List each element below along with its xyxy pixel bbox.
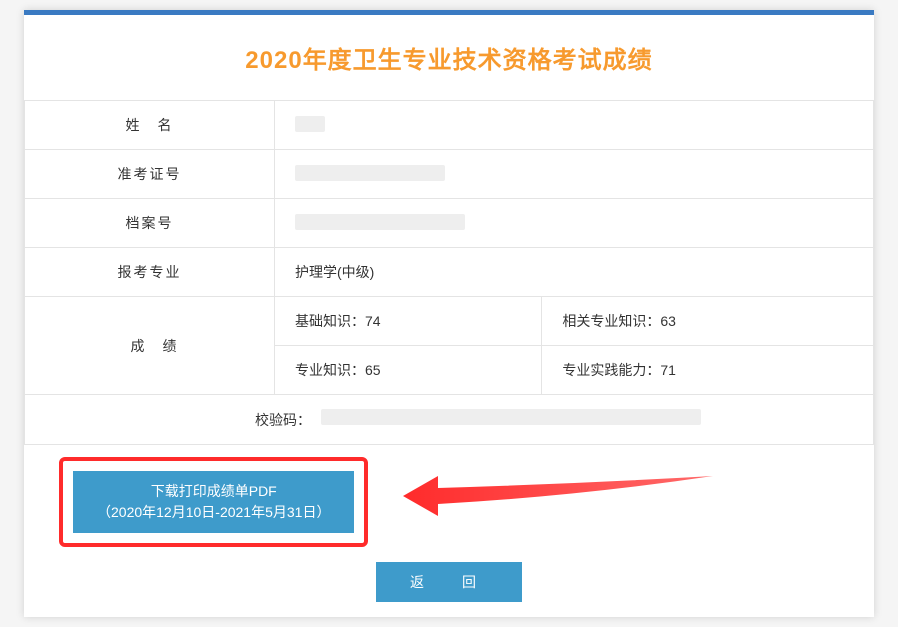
redacted-ticket — [295, 165, 445, 181]
return-area: 返 回 — [24, 562, 874, 602]
arrow-icon — [393, 466, 723, 531]
download-line2: （2020年12月10日-2021年5月31日） — [97, 502, 330, 523]
label-ticket: 准考证号 — [25, 150, 275, 199]
row-score-1: 成 绩 基础知识：74 相关专业知识：63 — [25, 297, 874, 346]
label-checksum: 校验码： — [255, 410, 311, 430]
value-ticket — [275, 150, 874, 199]
redacted-checksum — [321, 409, 701, 425]
value-major: 护理学(中级) — [275, 248, 874, 297]
row-file: 档案号 — [25, 199, 874, 248]
label-major: 报考专业 — [25, 248, 275, 297]
download-pdf-button[interactable]: 下载打印成绩单PDF （2020年12月10日-2021年5月31日） — [73, 471, 354, 533]
score-pro: 专业知识：65 — [275, 346, 542, 395]
download-line1: 下载打印成绩单PDF — [97, 481, 330, 502]
label-score: 成 绩 — [25, 297, 275, 395]
row-ticket: 准考证号 — [25, 150, 874, 199]
checksum-cell: 校验码： — [25, 395, 874, 445]
row-major: 报考专业 护理学(中级) — [25, 248, 874, 297]
result-table: 姓 名 准考证号 档案号 报考专业 护理学(中级) 成 绩 基础知识：74 相关… — [24, 100, 874, 445]
score-basic: 基础知识：74 — [275, 297, 542, 346]
result-card: 2020年度卫生专业技术资格考试成绩 姓 名 准考证号 档案号 报考专业 护理学… — [24, 10, 874, 617]
score-related: 相关专业知识：63 — [542, 297, 874, 346]
page-title: 2020年度卫生专业技术资格考试成绩 — [24, 15, 874, 100]
redacted-name — [295, 116, 325, 132]
row-checksum: 校验码： — [25, 395, 874, 445]
label-name: 姓 名 — [25, 101, 275, 150]
label-file: 档案号 — [25, 199, 275, 248]
return-button[interactable]: 返 回 — [376, 562, 522, 602]
value-name — [275, 101, 874, 150]
redacted-file — [295, 214, 465, 230]
value-file — [275, 199, 874, 248]
highlight-box: 下载打印成绩单PDF （2020年12月10日-2021年5月31日） — [59, 457, 368, 547]
score-practice: 专业实践能力：71 — [542, 346, 874, 395]
row-name: 姓 名 — [25, 101, 874, 150]
